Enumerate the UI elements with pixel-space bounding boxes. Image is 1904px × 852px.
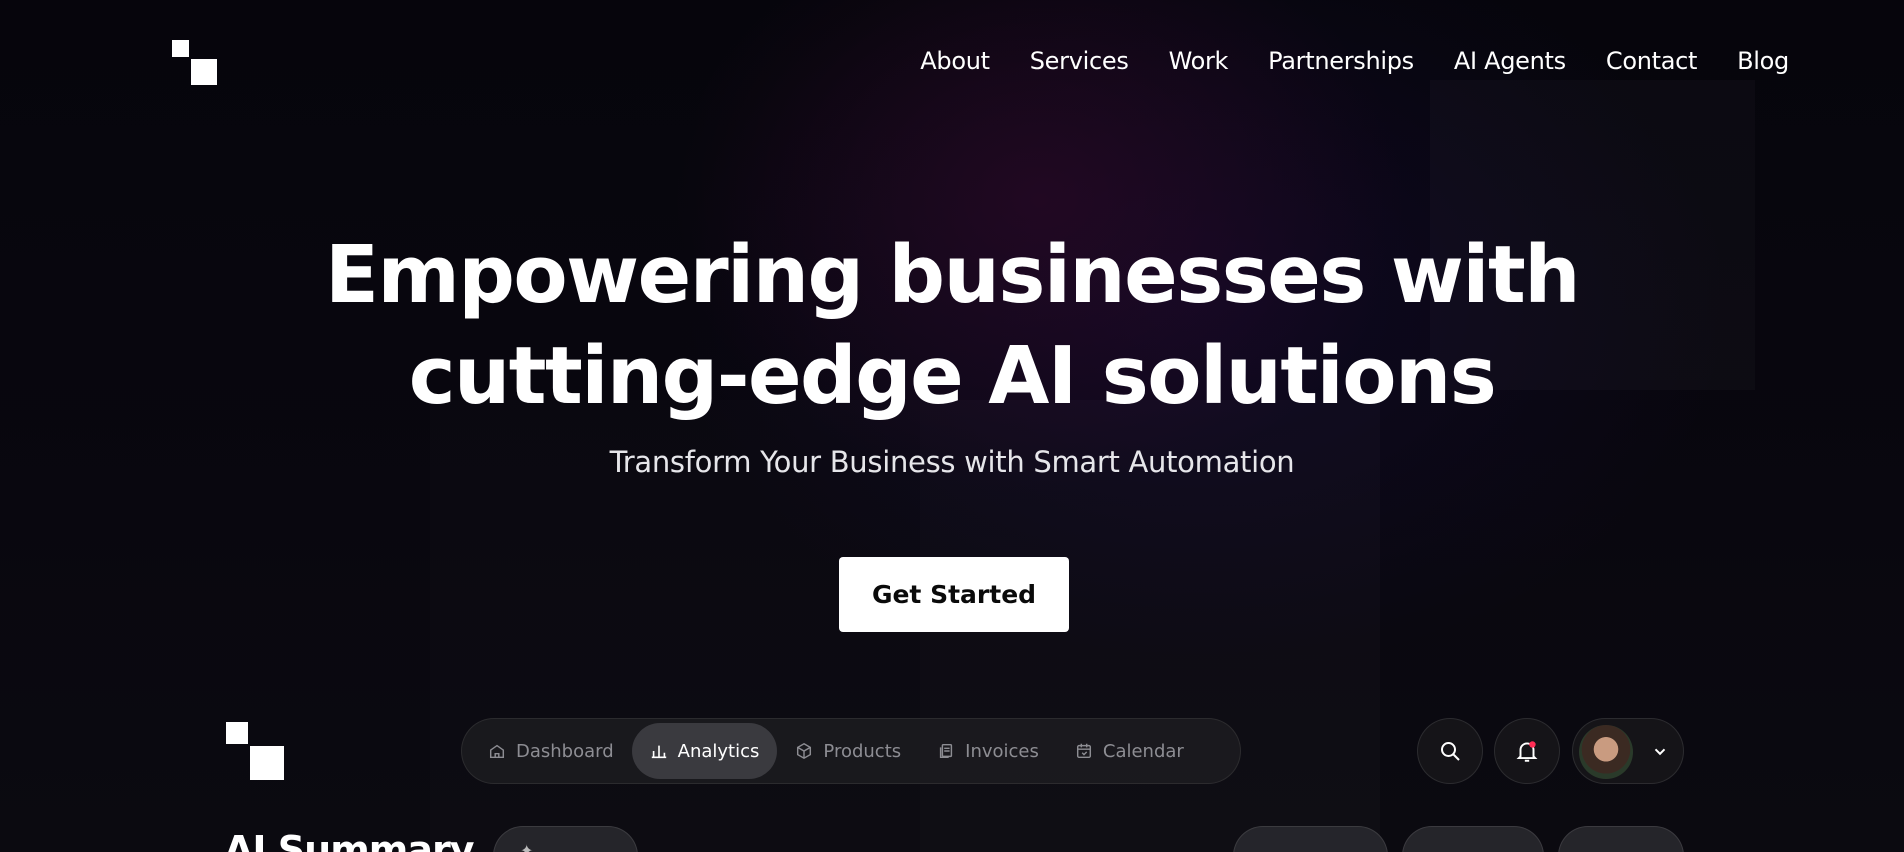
tab-label: Products	[823, 740, 902, 762]
search-icon	[1441, 742, 1460, 761]
tab-label: Dashboard	[516, 740, 614, 762]
ask-ai-button[interactable]: ✦	[493, 826, 638, 852]
avatar	[1579, 725, 1633, 779]
nav-link-blog[interactable]: Blog	[1737, 47, 1789, 75]
search-button[interactable]	[1417, 718, 1483, 784]
nav-link-contact[interactable]: Contact	[1606, 47, 1698, 75]
nav-link-ai-agents[interactable]: AI Agents	[1454, 47, 1566, 75]
chevron-down-icon	[1654, 748, 1666, 756]
hero-title: Empowering businesses with cutting-edge …	[0, 225, 1904, 427]
box-icon	[797, 742, 812, 760]
bar-chart-icon	[651, 745, 666, 759]
tab-label: Calendar	[1102, 740, 1184, 762]
main-nav: About Services Work Partnerships AI Agen…	[920, 47, 1789, 75]
site-logo[interactable]	[172, 40, 218, 86]
tab-analytics[interactable]: Analytics	[631, 723, 778, 779]
tab-label: Analytics	[677, 740, 760, 762]
nav-link-partnerships[interactable]: Partnerships	[1268, 47, 1414, 75]
tab-products[interactable]: Products	[777, 723, 919, 779]
notifications-button[interactable]	[1494, 718, 1560, 784]
tab-dashboard[interactable]: Dashboard	[470, 723, 632, 779]
app-logo[interactable]	[226, 722, 284, 780]
get-started-button[interactable]: Get Started	[839, 557, 1069, 632]
calendar-icon	[1076, 743, 1091, 759]
hero-subtitle: Transform Your Business with Smart Autom…	[609, 445, 1295, 479]
summary-title: AI Summary	[224, 828, 475, 852]
app-tab-bar: Dashboard Analytics Products Invoices Ca…	[461, 718, 1241, 784]
document-icon	[940, 743, 953, 759]
filter-button[interactable]	[1558, 826, 1684, 852]
tab-label: Invoices	[965, 740, 1039, 762]
nav-link-services[interactable]: Services	[1030, 47, 1129, 75]
hero-title-line-2: cutting-edge AI solutions	[408, 330, 1497, 422]
export-button[interactable]	[1402, 826, 1544, 852]
filter-pill[interactable]	[1233, 826, 1388, 852]
sparkle-icon: ✦	[520, 841, 534, 852]
tab-calendar[interactable]: Calendar	[1057, 723, 1202, 779]
home-icon	[489, 744, 505, 759]
nav-link-about[interactable]: About	[920, 47, 990, 75]
bell-icon	[1516, 741, 1538, 762]
hero-title-line-1: Empowering businesses with	[325, 229, 1580, 321]
tab-invoices[interactable]: Invoices	[919, 723, 1057, 779]
nav-link-work[interactable]: Work	[1169, 47, 1229, 75]
profile-menu[interactable]	[1572, 718, 1684, 784]
